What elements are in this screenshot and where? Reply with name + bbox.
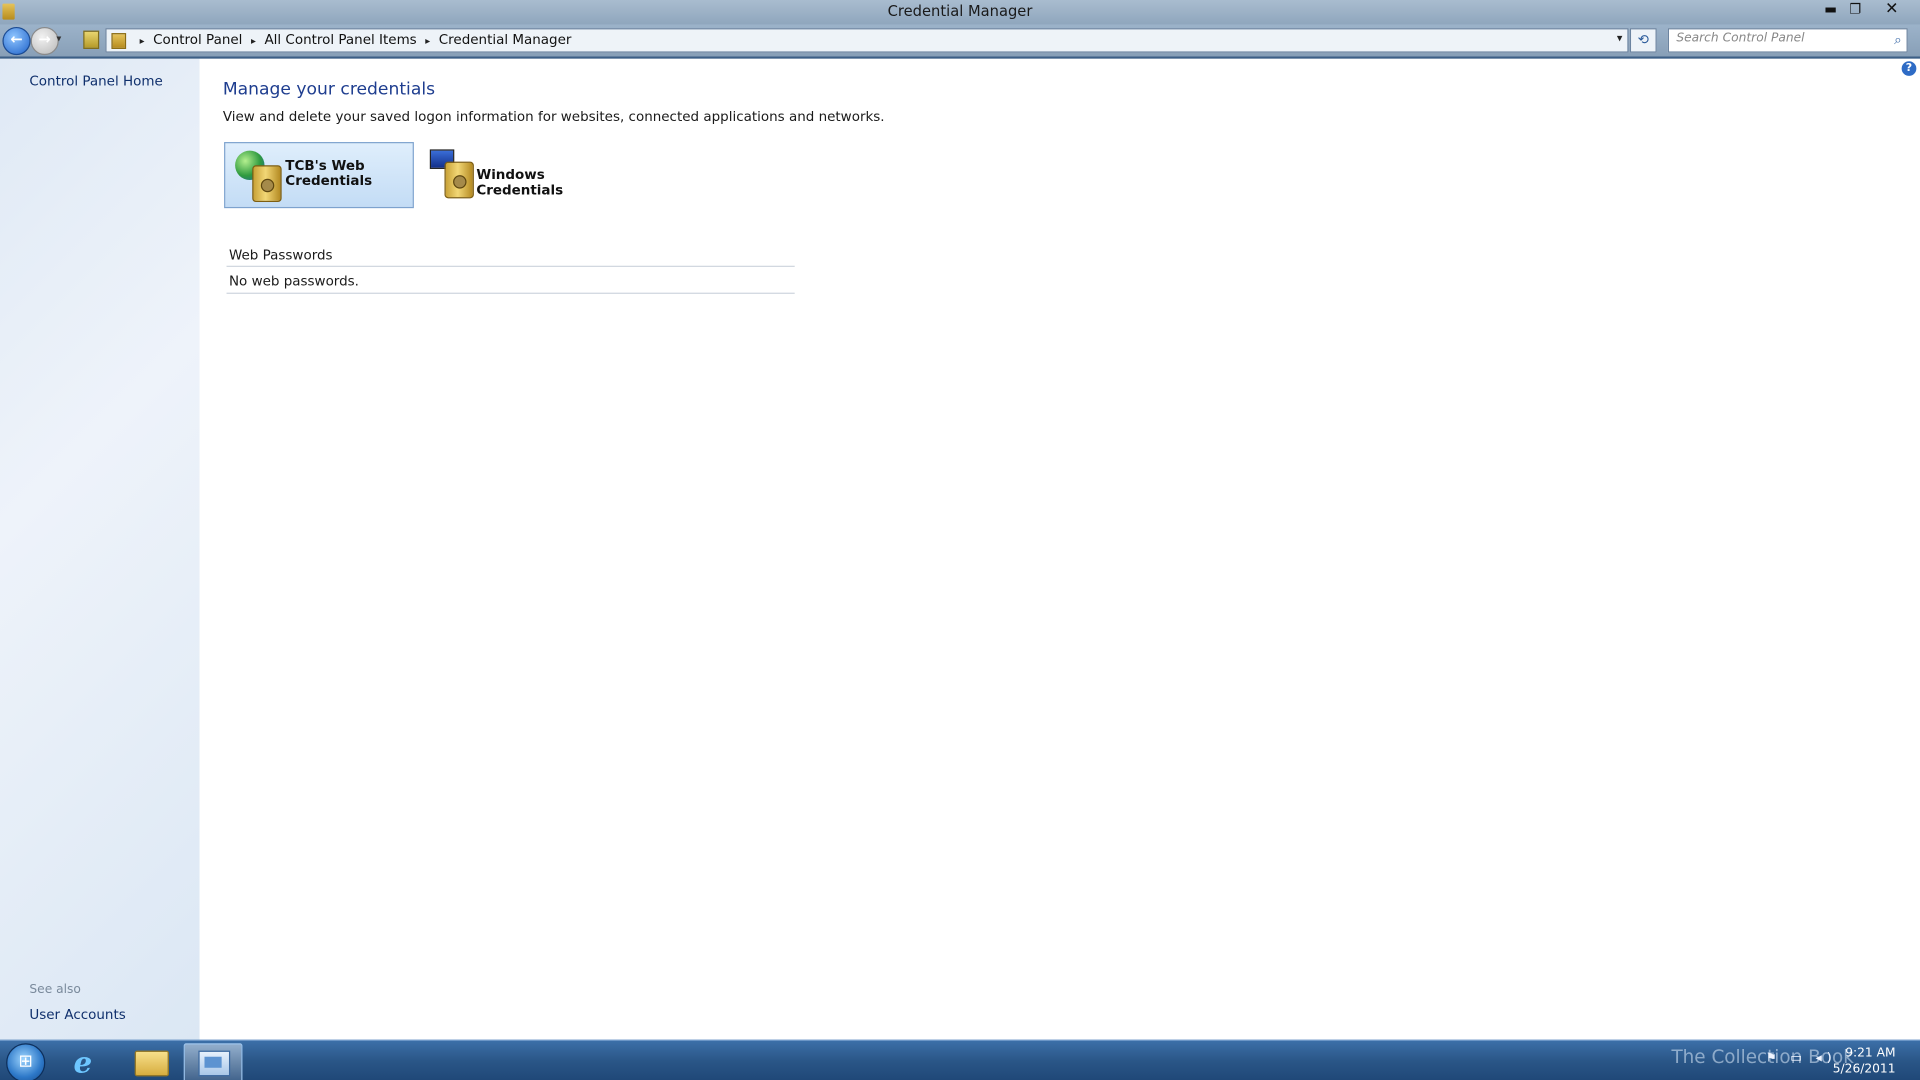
address-bar[interactable]: ▸ Control Panel ▸ All Control Panel Items ▸ C… — [105, 28, 1629, 53]
user-accounts-link[interactable]: User Accounts — [29, 1007, 125, 1023]
windows-credentials-tile[interactable]: Windows Credentials — [425, 142, 609, 206]
search-icon[interactable]: ⌕ — [1894, 32, 1902, 49]
system-tray-icons[interactable]: ⚑ ▭ ◂) — [1766, 1052, 1837, 1065]
main-content: ? Manage your credentials View and delet… — [199, 58, 1920, 1040]
clock-date: 5/26/2011 — [1832, 1062, 1896, 1077]
web-credentials-tile[interactable]: TCB's Web Credentials — [224, 142, 414, 209]
windows-logo-icon: ⊞ — [18, 1051, 33, 1072]
control-panel-home-link[interactable]: Control Panel Home — [29, 73, 162, 89]
close-button[interactable]: ✕ — [1881, 1, 1903, 18]
section-divider — [226, 292, 795, 294]
web-credentials-label-line1: TCB's Web — [285, 157, 365, 174]
back-button[interactable]: ← — [2, 26, 31, 56]
internet-explorer-icon: e — [73, 1044, 93, 1080]
forward-arrow-icon: → — [38, 30, 51, 48]
see-also-label: See also — [29, 983, 81, 997]
start-button[interactable]: ⊞ — [6, 1043, 46, 1080]
breadcrumb-separator-icon[interactable]: ▸ — [425, 36, 430, 47]
search-placeholder: Search Control Panel — [1676, 31, 1805, 46]
page-description: View and delete your saved logon informa… — [222, 108, 885, 125]
taskbar: ⊞ e The Collection Book ⚑ ▭ ◂) 9:21 AM 5… — [0, 1039, 1920, 1080]
breadcrumb: ▸ Control Panel ▸ All Control Panel Items ▸ C… — [131, 32, 572, 48]
help-icon[interactable]: ? — [1901, 61, 1917, 76]
control-panel-taskbar-button[interactable] — [183, 1043, 243, 1080]
title-bar: Credential Manager ▬ ❐ ✕ — [0, 0, 1920, 25]
navigation-bar: ← → ▾ ▸ Control Panel ▸ All Control Panel I… — [0, 24, 1920, 57]
windows-credentials-label: Windows Credentials — [476, 166, 564, 199]
vault-icon — [444, 161, 474, 199]
taskbar-clock[interactable]: 9:21 AM 5/26/2011 — [1833, 1046, 1896, 1078]
internet-explorer-taskbar-button[interactable]: e — [61, 1043, 117, 1080]
web-passwords-heading: Web Passwords — [228, 247, 333, 264]
back-arrow-icon: ← — [10, 30, 23, 48]
breadcrumb-all-items[interactable]: All Control Panel Items — [264, 32, 416, 48]
forward-button[interactable]: → — [30, 26, 59, 56]
refresh-button[interactable]: ⟲ — [1629, 28, 1657, 53]
breadcrumb-credential-manager[interactable]: Credential Manager — [439, 32, 572, 48]
up-folder-icon[interactable] — [83, 30, 100, 49]
control-panel-icon — [111, 33, 127, 49]
window-title: Credential Manager — [887, 2, 1033, 20]
file-explorer-taskbar-button[interactable] — [122, 1043, 178, 1080]
recent-pages-dropdown-icon[interactable]: ▾ — [56, 33, 61, 44]
vault-icon — [252, 165, 282, 203]
left-navigation-pane: Control Panel Home See also User Account… — [0, 58, 200, 1040]
empty-passwords-message: No web passwords. — [228, 273, 359, 289]
web-credentials-label: TCB's Web Credentials — [285, 159, 395, 188]
web-credentials-label-line2: Credentials — [285, 172, 373, 189]
section-divider — [226, 265, 795, 267]
folder-icon — [134, 1050, 169, 1077]
page-title: Manage your credentials — [222, 79, 436, 100]
address-dropdown-icon[interactable]: ▾ — [1617, 33, 1623, 45]
breadcrumb-control-panel[interactable]: Control Panel — [153, 32, 242, 48]
control-panel-icon — [198, 1050, 231, 1077]
maximize-button[interactable]: ❐ — [1844, 1, 1866, 18]
breadcrumb-separator-icon[interactable]: ▸ — [140, 36, 145, 47]
minimize-button[interactable]: ▬ — [1820, 1, 1842, 18]
search-input[interactable]: Search Control Panel ⌕ — [1667, 28, 1908, 53]
clock-time: 9:21 AM — [1845, 1046, 1896, 1061]
breadcrumb-separator-icon[interactable]: ▸ — [251, 36, 256, 47]
